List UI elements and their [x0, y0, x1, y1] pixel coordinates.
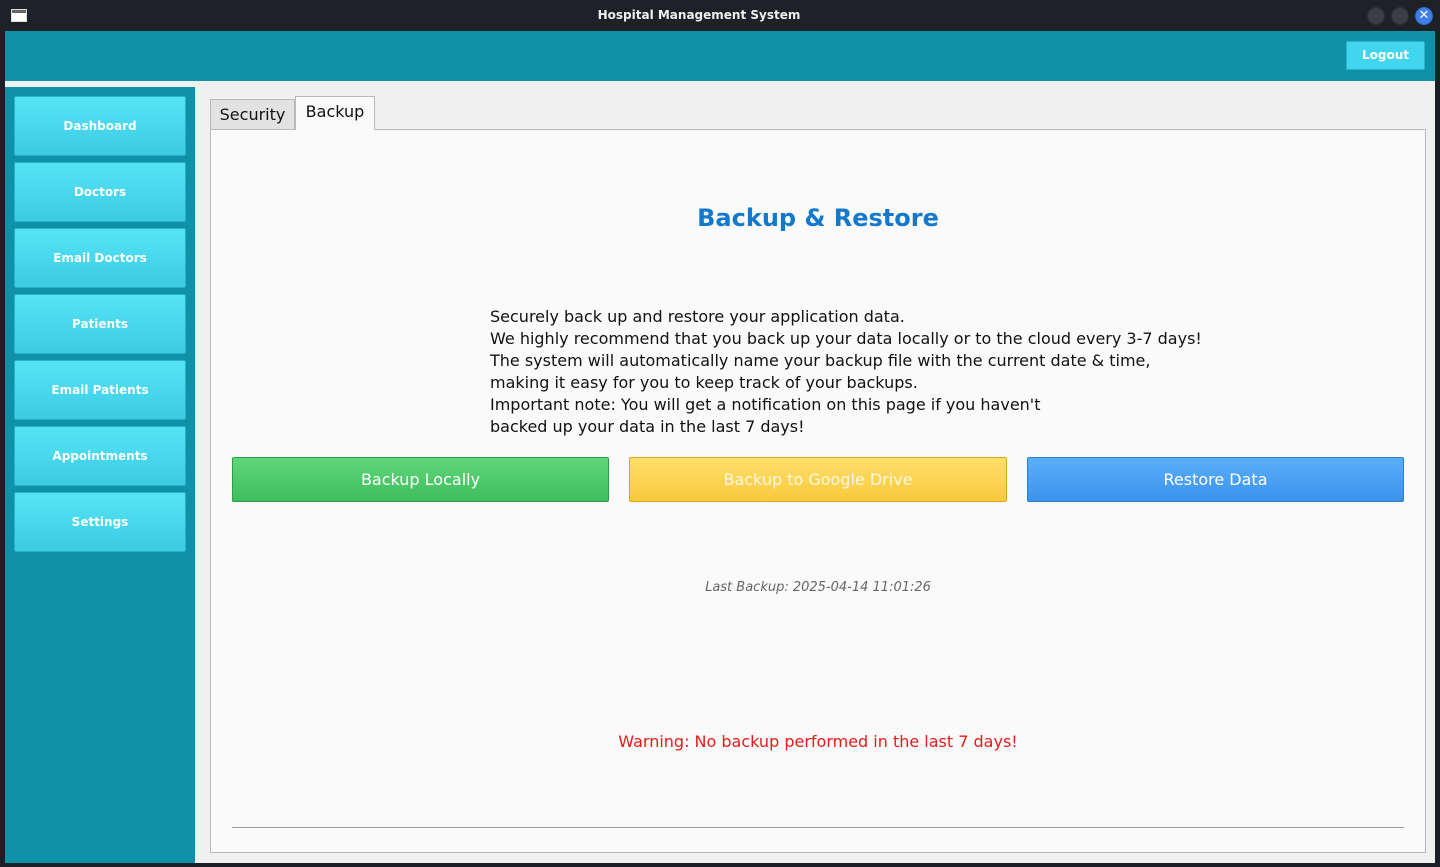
sidebar-item-appointments[interactable]: Appointments — [14, 426, 186, 486]
backup-google-drive-button[interactable]: Backup to Google Drive — [629, 457, 1007, 502]
tab-backup[interactable]: Backup — [295, 96, 375, 130]
last-backup-label: Last Backup: 2025-04-14 11:01:26 — [705, 580, 931, 595]
maximize-icon[interactable] — [1391, 7, 1409, 25]
backup-warning: Warning: No backup performed in the last… — [618, 732, 1018, 751]
backup-description: Securely back up and restore your applic… — [490, 306, 1202, 438]
backup-panel: Backup & Restore Securely back up and re… — [210, 129, 1426, 853]
window-titlebar: Hospital Management System ✕ — [0, 0, 1440, 31]
logout-button[interactable]: Logout — [1346, 41, 1425, 70]
close-icon[interactable]: ✕ — [1415, 7, 1433, 25]
description-line: Securely back up and restore your applic… — [490, 307, 905, 326]
sidebar-item-settings[interactable]: Settings — [14, 492, 186, 552]
tab-security[interactable]: Security — [210, 99, 295, 129]
app-window: Logout Dashboard Doctors Email Doctors P… — [5, 31, 1435, 863]
backup-locally-button[interactable]: Backup Locally — [232, 457, 609, 502]
top-bar: Logout — [5, 31, 1435, 81]
window-title: Hospital Management System — [597, 8, 801, 22]
sidebar-item-patients[interactable]: Patients — [14, 294, 186, 354]
sidebar-item-email-doctors[interactable]: Email Doctors — [14, 228, 186, 288]
restore-data-button[interactable]: Restore Data — [1027, 457, 1404, 502]
description-line: backed up your data in the last 7 days! — [490, 417, 805, 436]
description-line: We highly recommend that you back up you… — [490, 329, 1202, 348]
minimize-icon[interactable] — [1367, 7, 1385, 25]
sidebar-item-dashboard[interactable]: Dashboard — [14, 96, 186, 156]
sidebar-item-doctors[interactable]: Doctors — [14, 162, 186, 222]
description-line: The system will automatically name your … — [490, 351, 1151, 370]
description-line: making it easy for you to keep track of … — [490, 373, 918, 392]
description-line: Important note: You will get a notificat… — [490, 395, 1041, 414]
divider — [232, 827, 1404, 828]
sidebar: Dashboard Doctors Email Doctors Patients… — [5, 87, 195, 863]
sidebar-item-email-patients[interactable]: Email Patients — [14, 360, 186, 420]
page-title: Backup & Restore — [697, 204, 939, 232]
